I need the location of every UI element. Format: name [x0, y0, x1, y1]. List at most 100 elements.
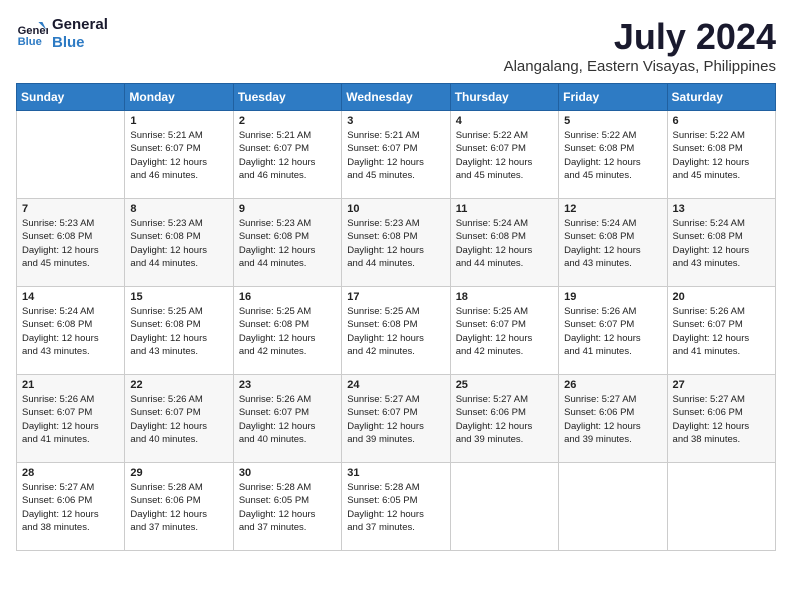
day-info: Sunrise: 5:26 AMSunset: 6:07 PMDaylight:… [22, 393, 119, 446]
calendar-cell: 16 Sunrise: 5:25 AMSunset: 6:08 PMDayligh… [233, 287, 341, 375]
day-info: Sunrise: 5:26 AMSunset: 6:07 PMDaylight:… [130, 393, 227, 446]
logo-blue: Blue [52, 34, 108, 52]
day-number: 31 [347, 467, 444, 479]
calendar-cell: 13 Sunrise: 5:24 AMSunset: 6:08 PMDayligh… [667, 199, 775, 287]
week-row-1: 1Sunrise: 5:21 AMSunset: 6:07 PMDaylight… [17, 111, 776, 199]
day-info: Sunrise: 5:27 AMSunset: 6:06 PMDaylight:… [456, 393, 553, 446]
calendar-cell: 20 Sunrise: 5:26 AMSunset: 6:07 PMDayligh… [667, 287, 775, 375]
day-info: Sunrise: 5:21 AMSunset: 6:07 PMDaylight:… [347, 129, 444, 182]
day-number: 25 [456, 379, 553, 391]
week-row-4: 21 Sunrise: 5:26 AMSunset: 6:07 PMDayligh… [17, 375, 776, 463]
day-info: Sunrise: 5:27 AMSunset: 6:07 PMDaylight:… [347, 393, 444, 446]
day-info: Sunrise: 5:21 AMSunset: 6:07 PMDaylight:… [239, 129, 336, 182]
svg-text:Blue: Blue [18, 36, 42, 48]
calendar-cell: 10 Sunrise: 5:23 AMSunset: 6:08 PMDayligh… [342, 199, 450, 287]
day-number: 27 [673, 379, 770, 391]
calendar-table: SundayMondayTuesdayWednesdayThursdayFrid… [16, 83, 776, 551]
day-info: Sunrise: 5:22 AMSunset: 6:08 PMDaylight:… [673, 129, 770, 182]
day-number: 4 [456, 115, 553, 127]
week-row-2: 7Sunrise: 5:23 AMSunset: 6:08 PMDaylight… [17, 199, 776, 287]
calendar-cell: 12 Sunrise: 5:24 AMSunset: 6:08 PMDayligh… [559, 199, 667, 287]
calendar-cell: 4 Sunrise: 5:22 AMSunset: 6:07 PMDaylight… [450, 111, 558, 199]
calendar-cell: 29 Sunrise: 5:28 AMSunset: 6:06 PMDayligh… [125, 463, 233, 551]
weekday-header-sunday: Sunday [17, 84, 125, 111]
weekday-header-thursday: Thursday [450, 84, 558, 111]
day-info: Sunrise: 5:24 AMSunset: 6:08 PMDaylight:… [456, 217, 553, 270]
calendar-cell: 24Sunrise: 5:27 AMSunset: 6:07 PMDayligh… [342, 375, 450, 463]
calendar-cell: 23Sunrise: 5:26 AMSunset: 6:07 PMDayligh… [233, 375, 341, 463]
day-number: 20 [673, 291, 770, 303]
day-info: Sunrise: 5:27 AMSunset: 6:06 PMDaylight:… [564, 393, 661, 446]
weekday-header-wednesday: Wednesday [342, 84, 450, 111]
calendar-cell: 31 Sunrise: 5:28 AMSunset: 6:05 PMDayligh… [342, 463, 450, 551]
day-number: 26 [564, 379, 661, 391]
day-info: Sunrise: 5:23 AMSunset: 6:08 PMDaylight:… [22, 217, 119, 270]
day-number: 13 [673, 203, 770, 215]
day-info: Sunrise: 5:26 AMSunset: 6:07 PMDaylight:… [673, 305, 770, 358]
calendar-cell: 22Sunrise: 5:26 AMSunset: 6:07 PMDayligh… [125, 375, 233, 463]
day-number: 9 [239, 203, 336, 215]
calendar-cell: 27 Sunrise: 5:27 AMSunset: 6:06 PMDayligh… [667, 375, 775, 463]
calendar-cell: 8Sunrise: 5:23 AMSunset: 6:08 PMDaylight… [125, 199, 233, 287]
day-number: 15 [130, 291, 227, 303]
day-info: Sunrise: 5:23 AMSunset: 6:08 PMDaylight:… [239, 217, 336, 270]
calendar-cell: 14 Sunrise: 5:24 AMSunset: 6:08 PMDayligh… [17, 287, 125, 375]
day-info: Sunrise: 5:26 AMSunset: 6:07 PMDaylight:… [564, 305, 661, 358]
logo-icon: General Blue [16, 18, 48, 50]
title-section: July 2024 Alangalang, Eastern Visayas, P… [504, 16, 776, 75]
logo: General Blue General Blue [16, 16, 108, 52]
day-info: Sunrise: 5:22 AMSunset: 6:08 PMDaylight:… [564, 129, 661, 182]
calendar-cell: 15Sunrise: 5:25 AMSunset: 6:08 PMDayligh… [125, 287, 233, 375]
day-number: 3 [347, 115, 444, 127]
day-number: 10 [347, 203, 444, 215]
day-info: Sunrise: 5:28 AMSunset: 6:06 PMDaylight:… [130, 481, 227, 534]
day-number: 28 [22, 467, 119, 479]
day-info: Sunrise: 5:24 AMSunset: 6:08 PMDaylight:… [673, 217, 770, 270]
day-number: 21 [22, 379, 119, 391]
day-info: Sunrise: 5:27 AMSunset: 6:06 PMDaylight:… [673, 393, 770, 446]
calendar-cell: 2 Sunrise: 5:21 AMSunset: 6:07 PMDaylight… [233, 111, 341, 199]
calendar-cell: 1Sunrise: 5:21 AMSunset: 6:07 PMDaylight… [125, 111, 233, 199]
calendar-cell: 5 Sunrise: 5:22 AMSunset: 6:08 PMDaylight… [559, 111, 667, 199]
weekday-header-tuesday: Tuesday [233, 84, 341, 111]
day-info: Sunrise: 5:28 AMSunset: 6:05 PMDaylight:… [347, 481, 444, 534]
calendar-cell: 3 Sunrise: 5:21 AMSunset: 6:07 PMDaylight… [342, 111, 450, 199]
calendar-cell: 30 Sunrise: 5:28 AMSunset: 6:05 PMDayligh… [233, 463, 341, 551]
calendar-cell [450, 463, 558, 551]
day-number: 6 [673, 115, 770, 127]
day-number: 29 [130, 467, 227, 479]
calendar-cell: 7Sunrise: 5:23 AMSunset: 6:08 PMDaylight… [17, 199, 125, 287]
calendar-cell: 11 Sunrise: 5:24 AMSunset: 6:08 PMDayligh… [450, 199, 558, 287]
calendar-cell: 19 Sunrise: 5:26 AMSunset: 6:07 PMDayligh… [559, 287, 667, 375]
calendar-cell [559, 463, 667, 551]
day-number: 18 [456, 291, 553, 303]
weekday-header-row: SundayMondayTuesdayWednesdayThursdayFrid… [17, 84, 776, 111]
calendar-cell: 28Sunrise: 5:27 AMSunset: 6:06 PMDayligh… [17, 463, 125, 551]
calendar-cell: 17 Sunrise: 5:25 AMSunset: 6:08 PMDayligh… [342, 287, 450, 375]
calendar-cell: 9 Sunrise: 5:23 AMSunset: 6:08 PMDaylight… [233, 199, 341, 287]
logo-general: General [52, 16, 108, 34]
day-info: Sunrise: 5:25 AMSunset: 6:07 PMDaylight:… [456, 305, 553, 358]
day-number: 11 [456, 203, 553, 215]
day-number: 2 [239, 115, 336, 127]
day-number: 17 [347, 291, 444, 303]
day-number: 19 [564, 291, 661, 303]
day-number: 5 [564, 115, 661, 127]
calendar-cell [667, 463, 775, 551]
day-info: Sunrise: 5:24 AMSunset: 6:08 PMDaylight:… [564, 217, 661, 270]
day-info: Sunrise: 5:26 AMSunset: 6:07 PMDaylight:… [239, 393, 336, 446]
calendar-cell: 26 Sunrise: 5:27 AMSunset: 6:06 PMDayligh… [559, 375, 667, 463]
day-info: Sunrise: 5:22 AMSunset: 6:07 PMDaylight:… [456, 129, 553, 182]
day-info: Sunrise: 5:28 AMSunset: 6:05 PMDaylight:… [239, 481, 336, 534]
day-info: Sunrise: 5:25 AMSunset: 6:08 PMDaylight:… [347, 305, 444, 358]
day-number: 14 [22, 291, 119, 303]
week-row-5: 28Sunrise: 5:27 AMSunset: 6:06 PMDayligh… [17, 463, 776, 551]
day-info: Sunrise: 5:23 AMSunset: 6:08 PMDaylight:… [347, 217, 444, 270]
calendar-cell: 6 Sunrise: 5:22 AMSunset: 6:08 PMDaylight… [667, 111, 775, 199]
day-info: Sunrise: 5:24 AMSunset: 6:08 PMDaylight:… [22, 305, 119, 358]
header: General Blue General Blue July 2024 Alan… [16, 16, 776, 75]
day-number: 16 [239, 291, 336, 303]
day-info: Sunrise: 5:25 AMSunset: 6:08 PMDaylight:… [239, 305, 336, 358]
day-number: 12 [564, 203, 661, 215]
day-number: 30 [239, 467, 336, 479]
